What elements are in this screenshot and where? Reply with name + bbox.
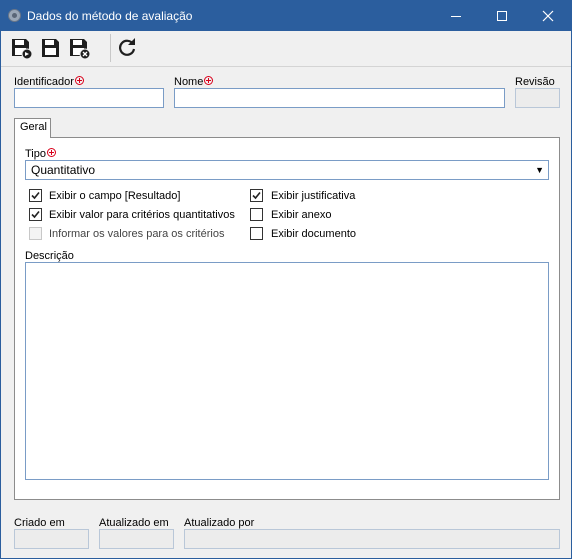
maximize-icon <box>497 11 507 21</box>
informar-valores-label: Informar os valores para os critérios <box>49 228 225 240</box>
save-and-new-button[interactable] <box>9 35 35 61</box>
identificador-label-text: Identificador <box>14 76 74 88</box>
identificador-label: Identificador <box>14 76 84 88</box>
exibir-valor-criterios-checkbox[interactable] <box>29 208 42 221</box>
exibir-anexo-checkbox[interactable] <box>250 208 263 221</box>
tab-geral[interactable]: Geral <box>14 118 51 138</box>
identificador-input[interactable] <box>14 88 164 108</box>
save-icon <box>42 39 59 57</box>
refresh-icon <box>119 38 136 56</box>
toolbar <box>1 31 571 67</box>
save-and-close-button[interactable] <box>67 35 93 61</box>
tipo-select[interactable]: Quantitativo ▼ <box>25 160 549 180</box>
required-icon <box>74 76 84 85</box>
exibir-anexo-label: Exibir anexo <box>271 209 332 221</box>
required-icon <box>47 148 56 157</box>
tipo-select-value: Quantitativo <box>31 163 96 177</box>
exibir-resultado-label: Exibir o campo [Resultado] <box>49 190 181 202</box>
exibir-resultado-checkbox[interactable] <box>29 189 42 202</box>
tipo-label-text: Tipo <box>25 148 46 160</box>
criado-em-input <box>14 529 89 549</box>
nome-label: Nome <box>174 76 214 88</box>
atualizado-em-label: Atualizado em <box>99 517 169 529</box>
nome-label-text: Nome <box>174 76 204 88</box>
checkmark-icon <box>31 210 40 219</box>
tipo-label: Tipo <box>25 148 56 160</box>
save-and-new-icon <box>12 39 33 60</box>
minimize-button[interactable] <box>433 1 479 31</box>
descricao-textarea[interactable] <box>25 262 549 480</box>
close-icon <box>542 10 554 22</box>
atualizado-por-input <box>184 529 560 549</box>
save-and-close-icon <box>70 39 91 60</box>
toolbar-separator <box>110 34 111 62</box>
exibir-justificativa-checkbox[interactable] <box>250 189 263 202</box>
exibir-valor-criterios-label: Exibir valor para critérios quantitativo… <box>49 209 235 221</box>
nome-input[interactable] <box>174 88 505 108</box>
window-title: Dados do método de avaliação <box>27 9 193 23</box>
atualizado-por-label: Atualizado por <box>184 517 255 529</box>
dialog-window: Dados do método de avaliação Identificad… <box>0 0 572 559</box>
refresh-button[interactable] <box>114 35 140 61</box>
checkmark-icon <box>31 191 40 200</box>
app-icon <box>8 9 21 22</box>
exibir-documento-label: Exibir documento <box>271 228 356 240</box>
descricao-label: Descrição <box>25 250 74 262</box>
title-bar[interactable]: Dados do método de avaliação <box>1 1 571 31</box>
minimize-icon <box>451 16 461 17</box>
exibir-documento-checkbox[interactable] <box>250 227 263 240</box>
atualizado-em-input <box>99 529 174 549</box>
checkmark-icon <box>252 191 261 200</box>
maximize-button[interactable] <box>479 1 525 31</box>
criado-em-label: Criado em <box>14 517 65 529</box>
exibir-justificativa-label: Exibir justificativa <box>271 190 356 202</box>
informar-valores-checkbox <box>29 227 42 240</box>
revisao-label: Revisão <box>515 76 555 88</box>
dropdown-arrow-icon: ▼ <box>535 165 544 175</box>
save-button[interactable] <box>38 35 64 61</box>
close-button[interactable] <box>525 1 571 31</box>
revisao-input <box>515 88 560 108</box>
required-icon <box>204 76 214 85</box>
